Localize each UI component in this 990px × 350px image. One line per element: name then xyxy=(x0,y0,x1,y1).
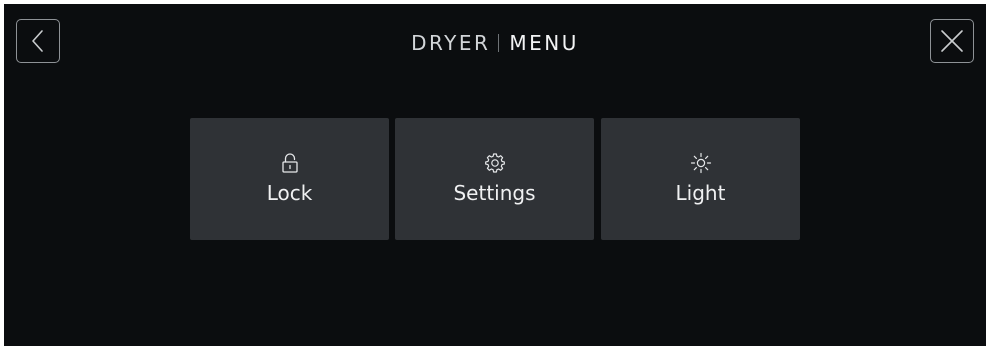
settings-tile[interactable]: Settings xyxy=(395,118,594,240)
title-divider xyxy=(498,34,500,52)
lock-icon xyxy=(281,152,299,174)
section-name: MENU xyxy=(509,31,579,55)
close-button[interactable] xyxy=(930,19,974,63)
gear-icon xyxy=(484,152,506,174)
sun-icon xyxy=(690,152,712,174)
light-tile[interactable]: Light xyxy=(601,118,800,240)
lock-label: Lock xyxy=(266,181,313,205)
dryer-menu-screen: DRYER MENU Lock Settings Light xyxy=(4,4,986,346)
settings-label: Settings xyxy=(453,181,536,205)
light-label: Light xyxy=(675,181,726,205)
appliance-name: DRYER xyxy=(411,31,491,55)
page-title: DRYER MENU xyxy=(4,30,986,56)
close-icon xyxy=(941,30,963,52)
lock-tile[interactable]: Lock xyxy=(190,118,389,240)
